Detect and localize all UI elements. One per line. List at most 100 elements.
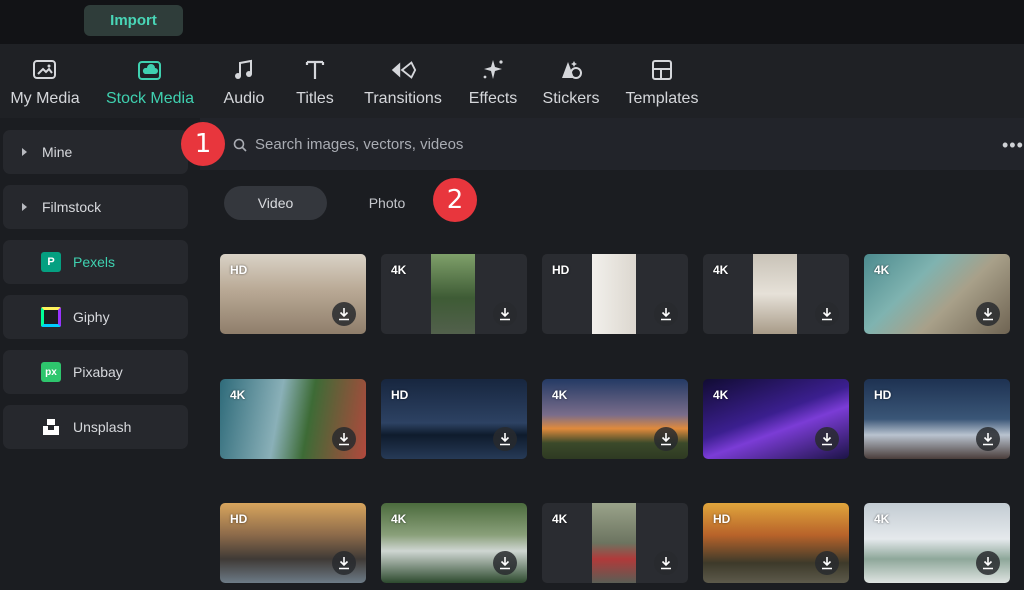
download-icon[interactable] xyxy=(815,427,839,451)
image-icon xyxy=(31,56,59,84)
media-thumbnail[interactable]: 4K xyxy=(864,254,1010,334)
sidebar-item-label: Pexels xyxy=(73,254,116,270)
download-icon[interactable] xyxy=(976,551,1000,575)
download-icon[interactable] xyxy=(654,551,678,575)
filter-video-button[interactable]: Video xyxy=(224,186,327,220)
quality-badge: 4K xyxy=(713,263,729,277)
download-icon[interactable] xyxy=(332,551,356,575)
unsplash-logo-icon xyxy=(41,417,61,437)
pixabay-logo-icon: px xyxy=(41,362,61,382)
sticker-icon xyxy=(557,56,585,84)
tab-label: Titles xyxy=(296,90,334,107)
caret-right-icon xyxy=(22,203,27,211)
search-input[interactable]: Search images, vectors, videos xyxy=(255,136,463,153)
tab-stickers[interactable]: Stickers xyxy=(538,56,604,112)
quality-badge: 4K xyxy=(391,512,407,526)
sidebar-item-unsplash[interactable]: Unsplash xyxy=(3,405,188,449)
quality-badge: HD xyxy=(391,388,409,402)
download-icon[interactable] xyxy=(976,302,1000,326)
media-thumbnail[interactable]: 4K xyxy=(703,254,849,334)
tab-label: Transitions xyxy=(364,90,442,107)
sparkle-icon xyxy=(479,56,507,84)
sidebar-item-mine[interactable]: Mine xyxy=(3,130,188,174)
title-t-icon xyxy=(301,56,329,84)
media-tabs: My Media Stock Media Audio Titles Transi… xyxy=(0,44,1024,118)
quality-badge: 4K xyxy=(874,263,890,277)
tab-label: Stock Media xyxy=(105,90,195,107)
pexels-logo-icon: P xyxy=(41,252,61,272)
media-thumbnail[interactable]: HD xyxy=(864,379,1010,459)
tab-effects[interactable]: Effects xyxy=(463,56,523,112)
tab-my-media[interactable]: My Media xyxy=(6,56,84,112)
quality-badge: 4K xyxy=(391,263,407,277)
sidebar-item-label: Unsplash xyxy=(73,419,132,435)
sidebar-item-label: Mine xyxy=(42,144,73,160)
quality-badge: HD xyxy=(552,263,570,277)
media-thumbnail[interactable]: 4K xyxy=(381,254,527,334)
download-icon[interactable] xyxy=(654,427,678,451)
cloud-folder-icon xyxy=(136,56,164,84)
stock-media-panel: Search images, vectors, videos ••• Video… xyxy=(200,118,1024,590)
media-thumbnail[interactable]: 4K xyxy=(220,379,366,459)
annotation-badge-2: 2 xyxy=(433,178,477,222)
filter-photo-button[interactable]: Photo xyxy=(350,186,424,220)
tab-label: Templates xyxy=(625,90,699,107)
sidebar-item-label: Giphy xyxy=(73,309,110,325)
sidebar-item-giphy[interactable]: Giphy xyxy=(3,295,188,339)
sidebar-item-pexels[interactable]: P Pexels xyxy=(3,240,188,284)
media-thumbnail[interactable]: 4K xyxy=(864,503,1010,583)
media-thumbnail[interactable]: 4K xyxy=(542,503,688,583)
download-icon[interactable] xyxy=(815,551,839,575)
thumbnail-preview xyxy=(592,503,636,583)
search-icon xyxy=(233,138,247,157)
quality-badge: 4K xyxy=(874,512,890,526)
download-icon[interactable] xyxy=(493,302,517,326)
annotation-badge-1: 1 xyxy=(181,122,225,166)
quality-badge: HD xyxy=(230,263,248,277)
tab-label: Audio xyxy=(223,90,265,107)
media-thumbnail[interactable]: 4K xyxy=(542,379,688,459)
caret-right-icon xyxy=(22,148,27,156)
quality-badge: HD xyxy=(713,512,731,526)
media-thumbnail[interactable]: HD xyxy=(220,503,366,583)
media-thumbnail[interactable]: HD xyxy=(381,379,527,459)
download-icon[interactable] xyxy=(976,427,1000,451)
more-options-icon[interactable]: ••• xyxy=(1002,135,1024,156)
download-icon[interactable] xyxy=(332,302,356,326)
download-icon[interactable] xyxy=(493,551,517,575)
tab-label: My Media xyxy=(10,90,80,107)
quality-badge: 4K xyxy=(552,512,568,526)
download-icon[interactable] xyxy=(332,427,356,451)
quality-badge: 4K xyxy=(713,388,729,402)
sidebar-item-filmstock[interactable]: Filmstock xyxy=(3,185,188,229)
thumbnail-preview xyxy=(431,254,475,334)
media-thumbnail[interactable]: 4K xyxy=(381,503,527,583)
tab-templates[interactable]: Templates xyxy=(621,56,703,112)
tab-audio[interactable]: Audio xyxy=(218,56,270,112)
tab-label: Effects xyxy=(468,90,518,107)
source-sidebar: Mine Filmstock P Pexels Giphy px Pixabay… xyxy=(0,118,200,590)
download-icon[interactable] xyxy=(493,427,517,451)
sidebar-item-label: Filmstock xyxy=(42,199,102,215)
quality-badge: 4K xyxy=(552,388,568,402)
media-thumbnail[interactable]: HD xyxy=(703,503,849,583)
music-note-icon xyxy=(230,56,258,84)
thumbnail-preview xyxy=(753,254,797,334)
thumbnail-preview xyxy=(592,254,636,334)
search-bar[interactable]: Search images, vectors, videos ••• xyxy=(200,118,1024,170)
template-grid-icon xyxy=(648,56,676,84)
quality-badge: HD xyxy=(230,512,248,526)
tab-titles[interactable]: Titles xyxy=(291,56,339,112)
media-thumbnail[interactable]: 4K xyxy=(703,379,849,459)
media-thumbnail[interactable]: HD xyxy=(542,254,688,334)
download-icon[interactable] xyxy=(654,302,678,326)
tab-stock-media[interactable]: Stock Media xyxy=(101,56,199,112)
transition-icon xyxy=(389,56,417,84)
import-button[interactable]: Import xyxy=(84,5,183,36)
quality-badge: HD xyxy=(874,388,892,402)
top-bar: Import xyxy=(0,0,1024,44)
download-icon[interactable] xyxy=(815,302,839,326)
media-thumbnail[interactable]: HD xyxy=(220,254,366,334)
tab-transitions[interactable]: Transitions xyxy=(359,56,447,112)
sidebar-item-pixabay[interactable]: px Pixabay xyxy=(3,350,188,394)
